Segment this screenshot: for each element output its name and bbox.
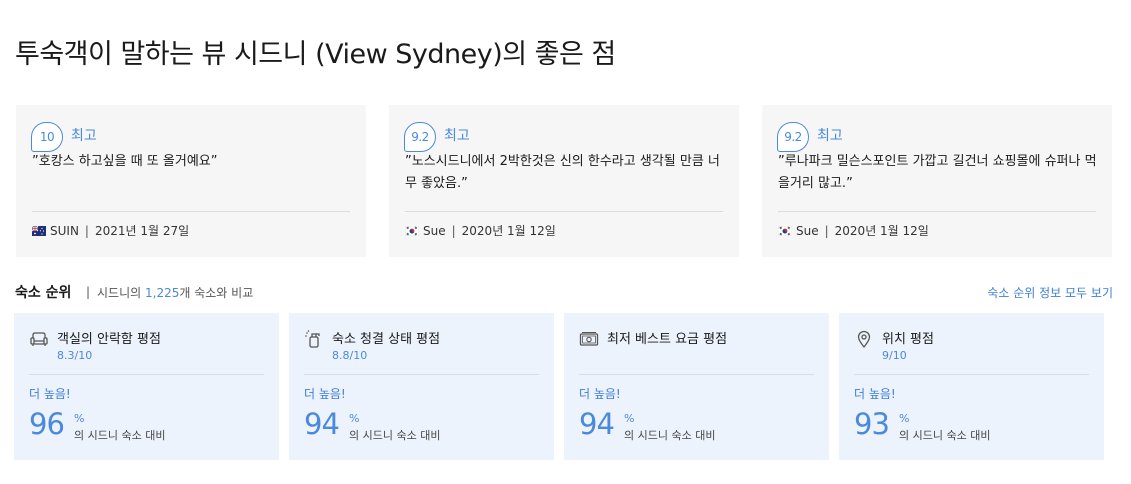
ranking-header: 숙소 순위 | 시드니의 1,225개 숙소와 비교 숙소 순위 정보 모두 보…: [15, 282, 1113, 304]
comparison-text: 의 시드니 숙소 대비: [349, 429, 441, 442]
ranking-subtitle: 시드니의 1,225개 숙소와 비교: [97, 284, 253, 301]
comparison-text: 의 시드니 숙소 대비: [74, 429, 166, 442]
ranking-card-cleanliness[interactable]: 숙소 청결 상태 평점 8.8/10 더 높음! 94 % 의 시드니 숙소 대…: [289, 313, 554, 460]
ranking-card-location[interactable]: 위치 평점 9/10 더 높음! 93 % 의 시드니 숙소 대비: [839, 313, 1104, 460]
sofa-icon: [30, 332, 48, 346]
percentile-value: 96: [29, 407, 65, 441]
separator: |: [451, 223, 456, 238]
page-title: 투숙객이 말하는 뷰 시드니 (View Sydney)의 좋은 점: [15, 39, 616, 70]
category-label: 숙소 청결 상태 평점: [332, 332, 441, 347]
australia-flag-icon: [32, 225, 46, 236]
ranking-title: 숙소 순위: [15, 285, 72, 301]
category-label: 위치 평점: [882, 332, 934, 347]
score-word: 최고: [71, 128, 97, 144]
category-label: 객실의 안락함 평점: [57, 332, 161, 347]
review-list: 10 최고 ”호캉스 하고싶을 때 또 올거예요” SUIN | 2021년 1…: [16, 105, 1113, 257]
review-date: 2021년 1월 27일: [94, 224, 190, 238]
view-all-ranking-link[interactable]: 숙소 순위 정보 모두 보기: [987, 284, 1113, 301]
category-score: 8.8/10: [332, 349, 368, 362]
review-date: 2020년 1월 12일: [461, 224, 556, 238]
comparison-text: 의 시드니 숙소 대비: [624, 429, 716, 442]
score-word: 최고: [444, 128, 470, 144]
cleaning-spray-icon: [305, 330, 320, 348]
score-badge: 9.2: [777, 122, 809, 152]
percentile-value: 94: [304, 407, 340, 441]
reviewer-name: SUIN: [50, 223, 79, 238]
higher-label: 더 높음!: [854, 387, 896, 401]
reviewer-info: SUIN | 2021년 1월 27일: [32, 222, 189, 239]
divider: [778, 211, 1096, 212]
comparison-text: 의 시드니 숙소 대비: [899, 429, 991, 442]
percent-sign: %: [624, 412, 635, 425]
score-word: 최고: [817, 128, 843, 144]
divider: [579, 374, 814, 375]
separator: |: [84, 223, 89, 238]
ranking-cards: 객실의 안락함 평점 8.3/10 더 높음! 96 % 의 시드니 숙소 대비…: [14, 313, 1114, 460]
review-date: 2020년 1월 12일: [834, 224, 929, 238]
review-text: ”노스시드니에서 2박한것은 신의 한수라고 생각될 만큼 너무 좋았음.”: [405, 154, 720, 191]
separator: |: [824, 223, 829, 238]
south-korea-flag-icon: [778, 225, 792, 236]
south-korea-flag-icon: [405, 225, 419, 236]
higher-label: 더 높음!: [304, 387, 346, 401]
review-text: ”호캉스 하고싶을 때 또 올거예요”: [32, 154, 218, 169]
separator: |: [86, 285, 91, 299]
category-score: 9/10: [882, 349, 907, 362]
percent-sign: %: [349, 412, 360, 425]
divider: [29, 374, 264, 375]
score-badge: 10: [31, 122, 63, 152]
higher-label: 더 높음!: [29, 387, 71, 401]
higher-label: 더 높음!: [579, 387, 621, 401]
money-icon: [579, 332, 599, 346]
review-card[interactable]: 9.2 최고 ”노스시드니에서 2박한것은 신의 한수라고 생각될 만큼 너무 …: [389, 105, 739, 257]
percent-sign: %: [899, 412, 910, 425]
ranking-card-comfort[interactable]: 객실의 안락함 평점 8.3/10 더 높음! 96 % 의 시드니 숙소 대비: [14, 313, 279, 460]
ranking-sub-suffix: 개 숙소와 비교: [179, 286, 254, 300]
location-pin-icon: [857, 330, 871, 349]
divider: [405, 211, 723, 212]
ranking-card-value[interactable]: 최저 베스트 요금 평점 더 높음! 94 % 의 시드니 숙소 대비: [564, 313, 829, 460]
reviewer-info: Sue | 2020년 1월 12일: [778, 222, 929, 239]
divider: [32, 211, 350, 212]
review-text: ”루나파크 밀슨스포인트 가깝고 길건너 쇼핑몰에 슈퍼나 먹을거리 많고.”: [778, 154, 1097, 191]
category-score: 8.3/10: [57, 349, 93, 362]
reviewer-info: Sue | 2020년 1월 12일: [405, 222, 556, 239]
reviewer-name: Sue: [423, 223, 446, 238]
ranking-sub-prefix: 시드니의: [97, 286, 142, 300]
review-card[interactable]: 9.2 최고 ”루나파크 밀슨스포인트 가깝고 길건너 쇼핑몰에 슈퍼나 먹을거…: [762, 105, 1112, 257]
percentile-value: 94: [579, 407, 615, 441]
percentile-value: 93: [854, 407, 890, 441]
score-badge: 9.2: [404, 122, 436, 152]
divider: [304, 374, 539, 375]
reviewer-name: Sue: [796, 223, 819, 238]
divider: [854, 374, 1089, 375]
percent-sign: %: [74, 412, 85, 425]
property-count: 1,225: [145, 286, 180, 300]
category-label: 최저 베스트 요금 평점: [607, 332, 728, 347]
review-card[interactable]: 10 최고 ”호캉스 하고싶을 때 또 올거예요” SUIN | 2021년 1…: [16, 105, 366, 257]
